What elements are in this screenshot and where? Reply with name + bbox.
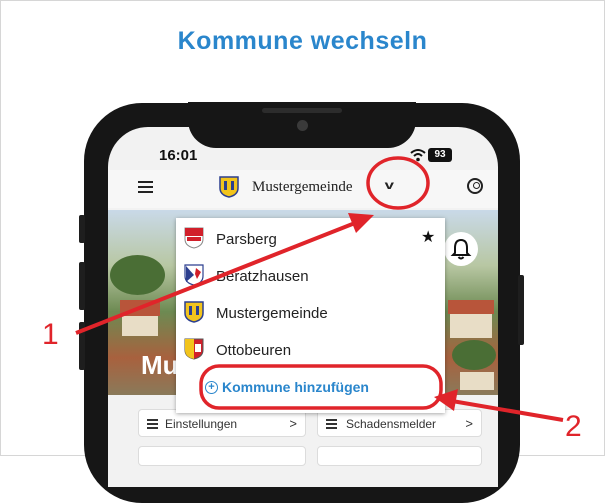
annotation-arrow-2: [451, 399, 564, 422]
annotation-arrow-1: [75, 221, 356, 335]
annotation-circle-dropdown: [366, 156, 430, 210]
annotation-overlay: [75, 156, 564, 422]
annotation-number-1: 1: [42, 318, 59, 351]
annotation-number-2: 2: [565, 410, 582, 443]
annotation-box-add: [199, 364, 443, 410]
